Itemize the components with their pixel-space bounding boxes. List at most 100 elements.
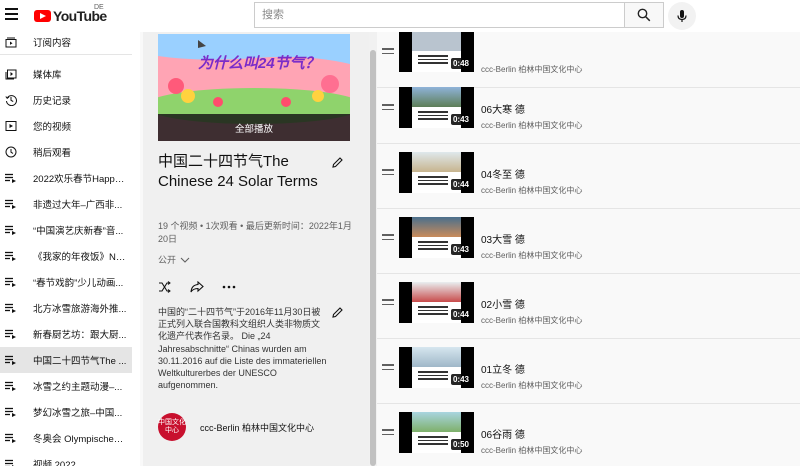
channel-link[interactable]: 中国文化中心 ccc-Berlin 柏林中国文化中心 xyxy=(158,413,314,441)
sidebar-item-label: 稍后观看 xyxy=(33,148,72,159)
top-bar: YouTube DE xyxy=(0,0,800,32)
sidebar-item-playlist[interactable]: 新春厨艺坊：跟大厨... xyxy=(0,321,140,347)
sidebar-item-subscriptions[interactable]: 订阅内容 xyxy=(0,32,140,52)
sidebar-item-playlist[interactable]: 2022欢乐春节Happy ... xyxy=(0,165,140,191)
library-icon xyxy=(4,67,18,81)
video-channel: ccc-Berlin 柏林中国文化中心 xyxy=(481,316,583,325)
panel-scrollbar[interactable] xyxy=(369,32,377,466)
sidebar-item-label: 冰雪之约主题动漫–... xyxy=(33,382,123,393)
edit-description-icon[interactable] xyxy=(331,306,344,319)
sidebar-item-label: “中国演艺庆新春”音... xyxy=(33,226,124,237)
video-row[interactable]: 0:44 02小雪 德 ccc-Berlin 柏林中国文化中心 xyxy=(377,274,800,339)
video-thumbnail[interactable]: 0:43 xyxy=(399,347,474,388)
watch-later-icon xyxy=(4,145,18,159)
playlist-icon xyxy=(4,301,18,315)
video-thumbnail[interactable]: 0:44 xyxy=(399,282,474,323)
video-thumbnail[interactable]: 0:44 xyxy=(399,152,474,193)
sidebar-item-playlist[interactable]: 视频 2022... xyxy=(0,451,140,466)
playlist-title: 中国二十四节气The Chinese 24 Solar Terms xyxy=(158,153,318,190)
sidebar-item-label: 您的视频 xyxy=(33,122,72,133)
playlist-icon xyxy=(4,431,18,445)
share-button[interactable] xyxy=(190,280,204,294)
video-row[interactable]: 0:43 06大寒 德 ccc-Berlin 柏林中国文化中心 xyxy=(377,79,800,144)
sidebar-item-label: 冬奥会 Olympischen ... xyxy=(33,434,127,445)
sidebar-item-library[interactable]: 媒体库 xyxy=(0,61,140,87)
drag-handle-icon[interactable] xyxy=(382,429,394,438)
edit-title-icon[interactable] xyxy=(331,156,344,169)
play-all-button[interactable]: 全部播放 xyxy=(158,114,350,141)
privacy-label: 公开 xyxy=(158,255,177,265)
privacy-dropdown[interactable]: 公开 xyxy=(158,253,190,266)
video-title: 06谷雨 德 xyxy=(481,430,525,441)
video-row[interactable]: 0:43 01立冬 德 ccc-Berlin 柏林中国文化中心 xyxy=(377,339,800,404)
sidebar-item-label: 2022欢乐春节Happy ... xyxy=(33,174,127,185)
scrollbar-thumb[interactable] xyxy=(370,50,376,466)
more-options-button[interactable] xyxy=(222,280,236,294)
video-channel: ccc-Berlin 柏林中国文化中心 xyxy=(481,186,583,195)
youtube-logo-icon xyxy=(34,10,51,22)
video-thumbnail[interactable]: 0:43 xyxy=(399,217,474,258)
sidebar-item-your-videos[interactable]: 您的视频 xyxy=(0,113,140,139)
menu-icon[interactable] xyxy=(5,8,19,22)
video-row[interactable]: 0:43 03大雪 德 ccc-Berlin 柏林中国文化中心 xyxy=(377,209,800,274)
playlist-icon xyxy=(4,353,18,367)
sidebar-item-playlist[interactable]: “春节戏韵”少儿动画... xyxy=(0,269,140,295)
sidebar-divider xyxy=(0,54,132,55)
video-channel: ccc-Berlin 柏林中国文化中心 xyxy=(481,65,583,74)
history-icon xyxy=(4,93,18,107)
playlist-icon xyxy=(4,457,18,466)
video-duration: 0:43 xyxy=(450,114,471,125)
sidebar-item-playlist-active[interactable]: 中国二十四节气The ... xyxy=(0,347,132,373)
search-button[interactable] xyxy=(624,2,664,28)
share-icon xyxy=(190,281,204,293)
playlist-description: 中国的“二十四节气”于2016年11月30日被正式列入联合国教科文组织人类非物质… xyxy=(158,307,327,391)
country-code: DE xyxy=(94,4,104,11)
playlist-header-panel: 为什么叫24节气？ 全部播放 中国二十四节气The Chinese 24 Sol… xyxy=(143,32,369,466)
sidebar-item-playlist[interactable]: 冬奥会 Olympischen ... xyxy=(0,425,140,451)
sidebar-item-playlist[interactable]: “中国演艺庆新春”音... xyxy=(0,217,140,243)
video-title: 06大寒 德 xyxy=(481,105,525,116)
drag-handle-icon[interactable] xyxy=(382,234,394,243)
video-channel: ccc-Berlin 柏林中国文化中心 xyxy=(481,381,583,390)
sidebar-item-playlist[interactable]: 《我家的年夜饭》Ne... xyxy=(0,243,140,269)
shuffle-icon xyxy=(159,281,171,293)
voice-search-button[interactable] xyxy=(668,2,696,30)
sidebar-item-playlist[interactable]: 北方冰雪旅游海外推... xyxy=(0,295,140,321)
video-duration: 0:44 xyxy=(450,309,471,320)
drag-handle-icon[interactable] xyxy=(382,104,394,113)
video-duration: 0:44 xyxy=(450,179,471,190)
playlist-meta: 19 个视频 • 1次观看 • 最后更新时间：2022年1月20日 xyxy=(158,221,352,244)
video-row[interactable]: 0:44 04冬至 德 ccc-Berlin 柏林中国文化中心 xyxy=(377,144,800,209)
drag-handle-icon[interactable] xyxy=(382,299,394,308)
playlist-video-list: 0:48 ccc-Berlin 柏林中国文化中心 0:43 06大寒 德 ccc… xyxy=(377,32,800,466)
sidebar-item-history[interactable]: 历史记录 xyxy=(0,87,140,113)
playlist-thumbnail[interactable]: 为什么叫24节气？ 全部播放 xyxy=(158,34,350,141)
video-channel: ccc-Berlin 柏林中国文化中心 xyxy=(481,251,583,260)
sidebar-item-label: 视频 2022... xyxy=(33,460,84,466)
sidebar-item-label: 梦幻冰雪之旅–中国... xyxy=(33,408,123,419)
video-thumbnail[interactable]: 0:43 xyxy=(399,87,474,128)
channel-name: ccc-Berlin 柏林中国文化中心 xyxy=(200,422,315,433)
playlist-icon xyxy=(4,249,18,263)
drag-handle-icon[interactable] xyxy=(382,169,394,178)
video-thumbnail[interactable]: 0:48 xyxy=(399,32,474,72)
search-icon xyxy=(637,8,651,22)
video-title: 03大雪 德 xyxy=(481,235,525,246)
playlist-icon xyxy=(4,379,18,393)
video-row[interactable]: 0:50 06谷雨 德 ccc-Berlin 柏林中国文化中心 xyxy=(377,404,800,466)
video-thumbnail[interactable]: 0:50 xyxy=(399,412,474,453)
search-box xyxy=(254,2,624,28)
video-title: 01立冬 德 xyxy=(481,365,525,376)
drag-handle-icon[interactable] xyxy=(382,364,394,373)
video-duration: 0:48 xyxy=(450,58,471,69)
search-input[interactable] xyxy=(255,3,624,27)
video-duration: 0:43 xyxy=(450,374,471,385)
sidebar-item-watch-later[interactable]: 稍后观看 xyxy=(0,139,140,165)
drag-handle-icon[interactable] xyxy=(382,48,394,57)
microphone-icon xyxy=(677,10,687,22)
sidebar-item-playlist[interactable]: 梦幻冰雪之旅–中国... xyxy=(0,399,140,425)
shuffle-button[interactable] xyxy=(158,280,172,294)
sidebar-item-label: 订阅内容 xyxy=(33,38,72,49)
sidebar-item-playlist[interactable]: 非遗过大年–广西非... xyxy=(0,191,140,217)
sidebar-item-playlist[interactable]: 冰雪之约主题动漫–... xyxy=(0,373,140,399)
